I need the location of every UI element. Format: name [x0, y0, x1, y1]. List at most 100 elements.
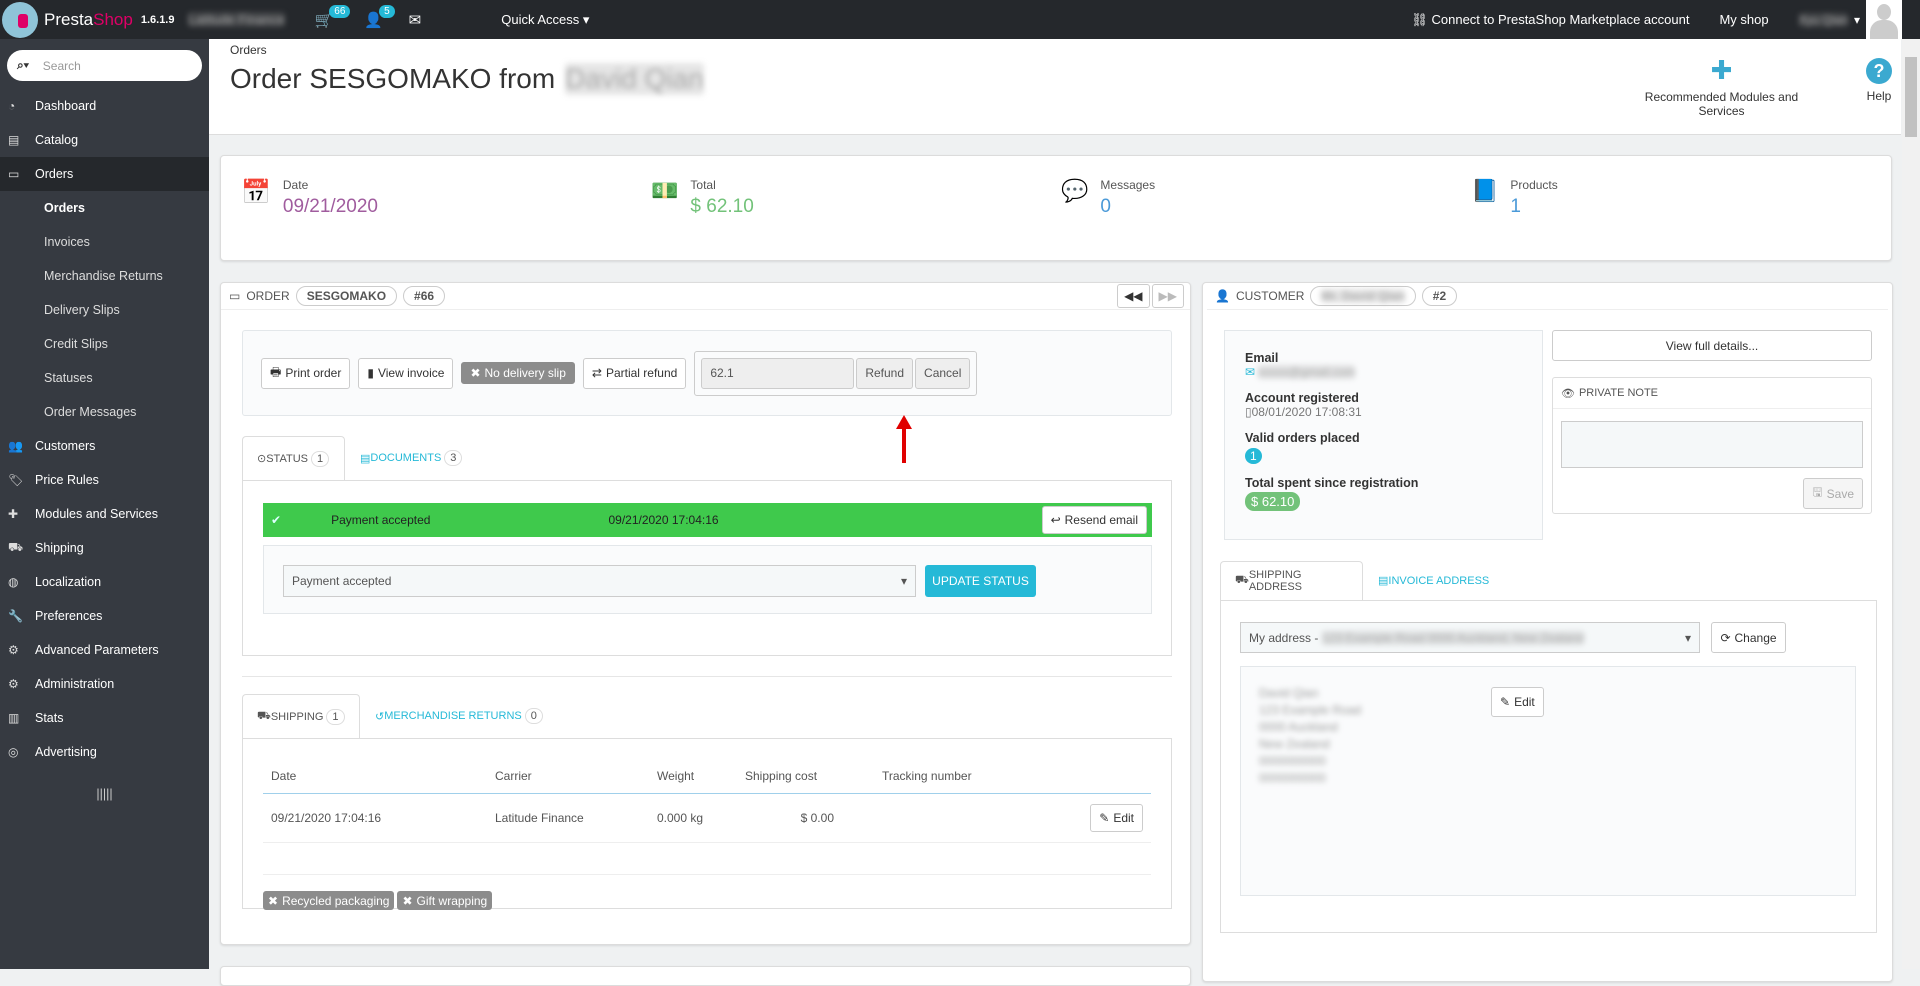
wrench-icon: 🔧 — [8, 609, 23, 623]
quick-access-menu[interactable]: Quick Access ▾ — [501, 12, 589, 28]
marketplace-link[interactable]: ⛓ Connect to PrestaShop Marketplace acco… — [1411, 12, 1689, 28]
breadcrumb[interactable]: Orders — [230, 43, 267, 57]
sidebar-subitem-orders[interactable]: Orders — [0, 191, 209, 225]
print-icon: 🖶 — [270, 364, 282, 379]
envelope-icon[interactable]: ✉ — [409, 11, 422, 29]
sidebar: ⌕▾ Search ◔ Dashboard ▤ Catalog ▭ Orders Ord… — [0, 39, 209, 969]
refund-amount-input[interactable]: 62.1 — [701, 357, 855, 389]
cogs-icon: ⚙ — [8, 643, 19, 657]
sidebar-item-orders[interactable]: ▭ Orders — [0, 157, 209, 191]
address-text: David Qian 123 Example Road 0000 Auckland N… — [1259, 686, 1362, 785]
bar-chart-icon: ▥ — [8, 711, 20, 725]
address-tab-content: My address - 123 Example Road 0000 Auckl… — [1220, 601, 1877, 933]
clock-icon: ⊙ — [257, 453, 267, 465]
sidebar-item-administration[interactable]: ⚙ Administration — [0, 667, 209, 701]
link-icon: ⛓ — [1411, 11, 1432, 27]
status-tabs: ⊙ STATUS 1 ▤ DOCUMENTS 3 — [242, 436, 1172, 481]
sidebar-subitem-credit-slips[interactable]: Credit Slips — [0, 327, 209, 361]
file-icon: ▮ — [367, 366, 374, 380]
sidebar-item-dashboard[interactable]: ◔ Dashboard — [0, 89, 209, 123]
file-text-icon: ▤ — [360, 452, 371, 465]
help-button[interactable]: ? Help — [1859, 55, 1899, 103]
no-delivery-slip-button[interactable]: ✖ No delivery slip — [461, 362, 575, 384]
search-input[interactable]: ⌕▾ Search — [7, 50, 202, 81]
sidebar-subitem-statuses[interactable]: Statuses — [0, 361, 209, 395]
change-address-button[interactable]: ⟳ Change — [1711, 622, 1786, 653]
cancel-button[interactable]: Cancel — [915, 357, 971, 389]
sidebar-subitem-merchandise-returns[interactable]: Merchandise Returns — [0, 259, 209, 293]
cog-icon: ⚙ — [8, 677, 19, 691]
view-invoice-button[interactable]: ▮ View invoice — [358, 357, 454, 389]
scrollbar[interactable] — [1902, 39, 1920, 969]
tab-status[interactable]: ⊙ STATUS 1 — [242, 436, 345, 480]
shop-name[interactable]: Latitude Finance — [188, 12, 285, 27]
sidebar-subitem-invoices[interactable]: Invoices — [0, 225, 209, 259]
update-status-button[interactable]: UPDATE STATUS — [925, 565, 1036, 597]
sidebar-item-preferences[interactable]: 🔧 Preferences — [0, 599, 209, 633]
kpi-messages: 💬 Messages 0 — [1061, 178, 1156, 217]
edit-shipping-button[interactable]: ✎ Edit — [1090, 804, 1143, 832]
employee-menu[interactable]: Xyu Qian — [1798, 12, 1848, 27]
pencil-icon: ✎ — [1500, 694, 1511, 709]
sidebar-item-customers[interactable]: 👥 Customers — [0, 429, 209, 463]
sidebar-subitem-delivery-slips[interactable]: Delivery Slips — [0, 293, 209, 327]
private-note-textarea[interactable] — [1561, 421, 1863, 468]
previous-order-icon[interactable]: ◀◀ — [1117, 284, 1150, 308]
customer-name-link[interactable]: Mr. David Qian — [1310, 286, 1416, 306]
calendar-icon: ▯ — [1245, 405, 1252, 419]
sidebar-item-stats[interactable]: ▥ Stats — [0, 701, 209, 735]
search-icon[interactable]: ⌕▾ — [17, 58, 29, 73]
kpi-products: 📘 Products 1 — [1471, 178, 1558, 217]
x-icon: ✖ — [402, 893, 413, 908]
globe-icon: ◍ — [8, 575, 19, 589]
sidebar-item-localization[interactable]: ◍ Localization — [0, 565, 209, 599]
print-order-button[interactable]: 🖶 Print order — [261, 357, 351, 389]
tab-shipping-address[interactable]: ⛟ SHIPPING ADDRESS — [1220, 561, 1363, 600]
address-select[interactable]: My address - 123 Example Road 0000 Auckl… — [1240, 622, 1700, 653]
customer-panel: 👤 CUSTOMER Mr. David Qian #2 Email ✉ xxxx… — [1202, 282, 1893, 982]
sidebar-subitem-order-messages[interactable]: Order Messages — [0, 395, 209, 429]
customer-info: Email ✉ xxxxx@gmail.com Account register… — [1224, 330, 1543, 540]
tab-merchandise-returns[interactable]: ↺ MERCHANDISE RETURNS 0 — [361, 694, 557, 738]
customer-id: #2 — [1421, 286, 1458, 306]
sidebar-item-price-rules[interactable]: 🏷 Price Rules — [0, 463, 209, 497]
caret-down-icon: ▾ — [1684, 630, 1691, 645]
tab-shipping[interactable]: ⛟ SHIPPING 1 — [242, 694, 360, 738]
address-box: David Qian 123 Example Road 0000 Auckland N… — [1240, 666, 1856, 896]
credit-card-icon: ▭ — [8, 167, 20, 181]
recycled-packaging-tag: ✖ Recycled packaging — [263, 891, 395, 910]
sidebar-item-shipping[interactable]: ⛟ Shipping — [0, 531, 209, 565]
next-order-icon[interactable]: ▶▶ — [1151, 284, 1184, 308]
sidebar-item-modules[interactable]: ✚ Modules and Services — [0, 497, 209, 531]
tab-invoice-address[interactable]: ▤ INVOICE ADDRESS — [1364, 561, 1503, 600]
avatar[interactable] — [1866, 0, 1902, 39]
private-note-panel: 👁 PRIVATE NOTE 🖫 Save — [1552, 377, 1872, 514]
recommended-modules-button[interactable]: ✚ Recommended Modules and Services — [1634, 55, 1809, 118]
customer-email[interactable]: ✉ xxxxx@gmail.com — [1245, 365, 1522, 379]
collapse-sidebar-icon[interactable]: ||||| — [0, 777, 209, 811]
resend-email-button[interactable]: ↩ Resend email — [1041, 506, 1147, 534]
status-select[interactable]: Payment accepted ▾ — [283, 565, 916, 597]
update-status-form: Payment accepted ▾ UPDATE STATUS — [263, 545, 1152, 614]
partial-refund-button[interactable]: ⇄ Partial refund — [582, 357, 687, 389]
bullseye-icon: ◎ — [8, 745, 19, 759]
status-tab-content: ✔ Payment accepted 09/21/2020 17:04:16 ↩… — [242, 481, 1172, 656]
sidebar-item-catalog[interactable]: ▤ Catalog — [0, 123, 209, 157]
comments-icon: 💬 — [1061, 178, 1089, 203]
exchange-icon: ⇄ — [591, 366, 602, 380]
my-shop-link[interactable]: My shop — [1719, 12, 1768, 27]
save-note-button[interactable]: 🖫 Save — [1803, 478, 1863, 509]
sidebar-item-advertising[interactable]: ◎ Advertising — [0, 735, 209, 769]
prestashop-logo[interactable] — [2, 1, 38, 38]
sidebar-item-advanced-parameters[interactable]: ⚙ Advanced Parameters — [0, 633, 209, 667]
sidebar-nav: ◔ Dashboard ▤ Catalog ▭ Orders Orders Invoi… — [0, 89, 209, 811]
pencil-icon: ✎ — [1099, 811, 1110, 825]
calendar-icon: 📅 — [241, 179, 271, 206]
refund-button[interactable]: Refund — [856, 357, 914, 389]
address-tabs: ⛟ SHIPPING ADDRESS ▤ INVOICE ADDRESS — [1220, 561, 1877, 601]
view-full-details-button[interactable]: View full details... — [1552, 330, 1872, 361]
envelope-icon: ✉ — [1245, 365, 1259, 379]
edit-address-button[interactable]: ✎ Edit — [1491, 687, 1544, 717]
tab-documents[interactable]: ▤ DOCUMENTS 3 — [346, 436, 476, 480]
book-icon: ▤ — [8, 133, 20, 147]
